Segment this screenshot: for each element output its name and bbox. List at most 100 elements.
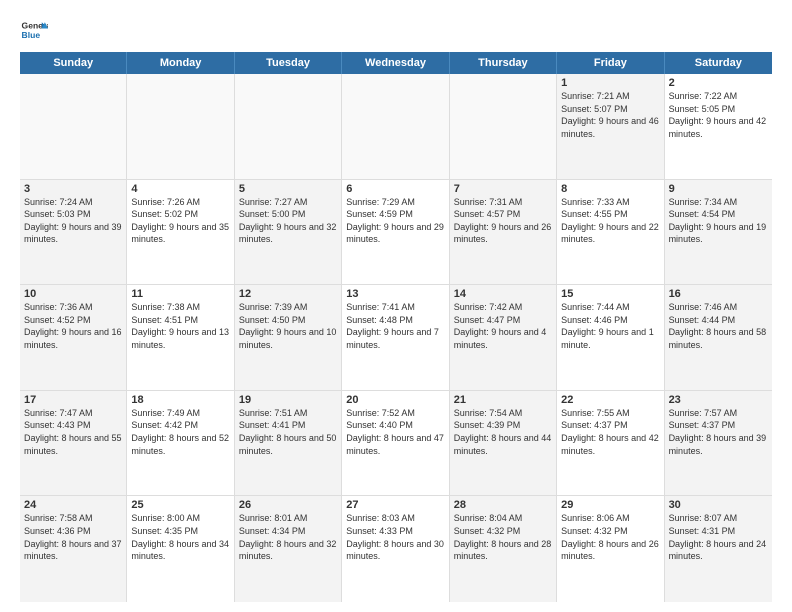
day-number: 3 xyxy=(24,183,122,195)
calendar-cell: 28Sunrise: 8:04 AM Sunset: 4:32 PM Dayli… xyxy=(450,496,557,602)
page-header: General Blue xyxy=(20,16,772,44)
calendar-cell: 7Sunrise: 7:31 AM Sunset: 4:57 PM Daylig… xyxy=(450,180,557,285)
day-number: 24 xyxy=(24,499,122,511)
cell-details: Sunrise: 7:27 AM Sunset: 5:00 PM Dayligh… xyxy=(239,196,337,246)
cell-details: Sunrise: 7:33 AM Sunset: 4:55 PM Dayligh… xyxy=(561,196,659,246)
calendar-cell: 9Sunrise: 7:34 AM Sunset: 4:54 PM Daylig… xyxy=(665,180,772,285)
day-number: 30 xyxy=(669,499,768,511)
logo: General Blue xyxy=(20,16,48,44)
day-number: 14 xyxy=(454,288,552,300)
calendar-row: 10Sunrise: 7:36 AM Sunset: 4:52 PM Dayli… xyxy=(20,285,772,391)
calendar-cell: 21Sunrise: 7:54 AM Sunset: 4:39 PM Dayli… xyxy=(450,391,557,496)
day-number: 2 xyxy=(669,77,768,89)
calendar-header-cell: Saturday xyxy=(665,52,772,74)
cell-details: Sunrise: 7:21 AM Sunset: 5:07 PM Dayligh… xyxy=(561,90,659,140)
day-number: 22 xyxy=(561,394,659,406)
calendar-cell: 16Sunrise: 7:46 AM Sunset: 4:44 PM Dayli… xyxy=(665,285,772,390)
day-number: 18 xyxy=(131,394,229,406)
logo-icon: General Blue xyxy=(20,16,48,44)
cell-details: Sunrise: 7:55 AM Sunset: 4:37 PM Dayligh… xyxy=(561,407,659,457)
cell-details: Sunrise: 8:01 AM Sunset: 4:34 PM Dayligh… xyxy=(239,512,337,562)
calendar-cell: 25Sunrise: 8:00 AM Sunset: 4:35 PM Dayli… xyxy=(127,496,234,602)
calendar-row: 24Sunrise: 7:58 AM Sunset: 4:36 PM Dayli… xyxy=(20,496,772,602)
day-number: 6 xyxy=(346,183,444,195)
calendar-row: 17Sunrise: 7:47 AM Sunset: 4:43 PM Dayli… xyxy=(20,391,772,497)
calendar-cell: 6Sunrise: 7:29 AM Sunset: 4:59 PM Daylig… xyxy=(342,180,449,285)
calendar-cell: 24Sunrise: 7:58 AM Sunset: 4:36 PM Dayli… xyxy=(20,496,127,602)
day-number: 16 xyxy=(669,288,768,300)
cell-details: Sunrise: 7:46 AM Sunset: 4:44 PM Dayligh… xyxy=(669,301,768,351)
calendar-cell xyxy=(342,74,449,179)
cell-details: Sunrise: 7:31 AM Sunset: 4:57 PM Dayligh… xyxy=(454,196,552,246)
cell-details: Sunrise: 7:47 AM Sunset: 4:43 PM Dayligh… xyxy=(24,407,122,457)
calendar-cell: 10Sunrise: 7:36 AM Sunset: 4:52 PM Dayli… xyxy=(20,285,127,390)
day-number: 11 xyxy=(131,288,229,300)
cell-details: Sunrise: 7:29 AM Sunset: 4:59 PM Dayligh… xyxy=(346,196,444,246)
cell-details: Sunrise: 7:22 AM Sunset: 5:05 PM Dayligh… xyxy=(669,90,768,140)
calendar-header-cell: Wednesday xyxy=(342,52,449,74)
day-number: 26 xyxy=(239,499,337,511)
cell-details: Sunrise: 8:06 AM Sunset: 4:32 PM Dayligh… xyxy=(561,512,659,562)
day-number: 13 xyxy=(346,288,444,300)
day-number: 9 xyxy=(669,183,768,195)
cell-details: Sunrise: 7:42 AM Sunset: 4:47 PM Dayligh… xyxy=(454,301,552,351)
calendar-cell xyxy=(20,74,127,179)
calendar-cell: 11Sunrise: 7:38 AM Sunset: 4:51 PM Dayli… xyxy=(127,285,234,390)
day-number: 20 xyxy=(346,394,444,406)
calendar-cell: 14Sunrise: 7:42 AM Sunset: 4:47 PM Dayli… xyxy=(450,285,557,390)
calendar-cell: 15Sunrise: 7:44 AM Sunset: 4:46 PM Dayli… xyxy=(557,285,664,390)
cell-details: Sunrise: 7:44 AM Sunset: 4:46 PM Dayligh… xyxy=(561,301,659,351)
cell-details: Sunrise: 8:04 AM Sunset: 4:32 PM Dayligh… xyxy=(454,512,552,562)
cell-details: Sunrise: 8:07 AM Sunset: 4:31 PM Dayligh… xyxy=(669,512,768,562)
day-number: 10 xyxy=(24,288,122,300)
cell-details: Sunrise: 7:38 AM Sunset: 4:51 PM Dayligh… xyxy=(131,301,229,351)
day-number: 7 xyxy=(454,183,552,195)
cell-details: Sunrise: 7:49 AM Sunset: 4:42 PM Dayligh… xyxy=(131,407,229,457)
day-number: 5 xyxy=(239,183,337,195)
day-number: 4 xyxy=(131,183,229,195)
calendar-row: 3Sunrise: 7:24 AM Sunset: 5:03 PM Daylig… xyxy=(20,180,772,286)
cell-details: Sunrise: 7:39 AM Sunset: 4:50 PM Dayligh… xyxy=(239,301,337,351)
day-number: 28 xyxy=(454,499,552,511)
day-number: 29 xyxy=(561,499,659,511)
calendar-cell: 17Sunrise: 7:47 AM Sunset: 4:43 PM Dayli… xyxy=(20,391,127,496)
calendar-cell: 19Sunrise: 7:51 AM Sunset: 4:41 PM Dayli… xyxy=(235,391,342,496)
day-number: 17 xyxy=(24,394,122,406)
cell-details: Sunrise: 7:58 AM Sunset: 4:36 PM Dayligh… xyxy=(24,512,122,562)
calendar-header-cell: Tuesday xyxy=(235,52,342,74)
calendar-cell: 4Sunrise: 7:26 AM Sunset: 5:02 PM Daylig… xyxy=(127,180,234,285)
calendar-header-cell: Sunday xyxy=(20,52,127,74)
cell-details: Sunrise: 7:52 AM Sunset: 4:40 PM Dayligh… xyxy=(346,407,444,457)
calendar-header-cell: Friday xyxy=(557,52,664,74)
calendar-header: SundayMondayTuesdayWednesdayThursdayFrid… xyxy=(20,52,772,74)
cell-details: Sunrise: 7:26 AM Sunset: 5:02 PM Dayligh… xyxy=(131,196,229,246)
calendar-cell xyxy=(450,74,557,179)
cell-details: Sunrise: 7:36 AM Sunset: 4:52 PM Dayligh… xyxy=(24,301,122,351)
day-number: 27 xyxy=(346,499,444,511)
day-number: 15 xyxy=(561,288,659,300)
calendar-header-cell: Monday xyxy=(127,52,234,74)
day-number: 23 xyxy=(669,394,768,406)
calendar-cell: 27Sunrise: 8:03 AM Sunset: 4:33 PM Dayli… xyxy=(342,496,449,602)
cell-details: Sunrise: 7:41 AM Sunset: 4:48 PM Dayligh… xyxy=(346,301,444,351)
calendar-cell: 1Sunrise: 7:21 AM Sunset: 5:07 PM Daylig… xyxy=(557,74,664,179)
calendar-cell: 8Sunrise: 7:33 AM Sunset: 4:55 PM Daylig… xyxy=(557,180,664,285)
calendar-cell: 30Sunrise: 8:07 AM Sunset: 4:31 PM Dayli… xyxy=(665,496,772,602)
day-number: 1 xyxy=(561,77,659,89)
cell-details: Sunrise: 7:57 AM Sunset: 4:37 PM Dayligh… xyxy=(669,407,768,457)
cell-details: Sunrise: 8:03 AM Sunset: 4:33 PM Dayligh… xyxy=(346,512,444,562)
cell-details: Sunrise: 7:24 AM Sunset: 5:03 PM Dayligh… xyxy=(24,196,122,246)
cell-details: Sunrise: 7:51 AM Sunset: 4:41 PM Dayligh… xyxy=(239,407,337,457)
calendar-header-cell: Thursday xyxy=(450,52,557,74)
calendar-cell: 12Sunrise: 7:39 AM Sunset: 4:50 PM Dayli… xyxy=(235,285,342,390)
calendar-cell: 29Sunrise: 8:06 AM Sunset: 4:32 PM Dayli… xyxy=(557,496,664,602)
day-number: 8 xyxy=(561,183,659,195)
cell-details: Sunrise: 7:34 AM Sunset: 4:54 PM Dayligh… xyxy=(669,196,768,246)
day-number: 25 xyxy=(131,499,229,511)
calendar-row: 1Sunrise: 7:21 AM Sunset: 5:07 PM Daylig… xyxy=(20,74,772,180)
day-number: 21 xyxy=(454,394,552,406)
calendar-cell: 3Sunrise: 7:24 AM Sunset: 5:03 PM Daylig… xyxy=(20,180,127,285)
calendar-cell: 18Sunrise: 7:49 AM Sunset: 4:42 PM Dayli… xyxy=(127,391,234,496)
svg-text:Blue: Blue xyxy=(22,30,41,40)
calendar-cell: 20Sunrise: 7:52 AM Sunset: 4:40 PM Dayli… xyxy=(342,391,449,496)
